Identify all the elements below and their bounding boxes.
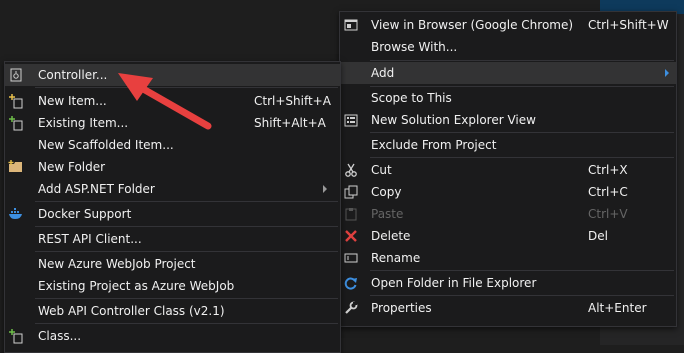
menu-item-rename[interactable]: Rename (340, 247, 676, 269)
menu-item-add-aspnet-folder[interactable]: Add ASP.NET Folder (5, 178, 340, 200)
menu-item-new-azure-webjob-project[interactable]: New Azure WebJob Project (5, 253, 340, 275)
menu-item-browse-with[interactable]: Browse With... (340, 36, 676, 58)
menu-separator (35, 226, 338, 227)
menu-item-docker-support[interactable]: Docker Support (5, 203, 340, 225)
menu-separator (370, 295, 674, 296)
menu-separator (370, 270, 674, 271)
menu-item-existing-item[interactable]: Existing Item... Shift+Alt+A (5, 112, 340, 134)
menu-item-shortcut: Ctrl+Shift+W (588, 18, 669, 32)
rename-icon (343, 250, 359, 266)
wrench-icon (343, 300, 359, 316)
menu-item-label: Add (371, 66, 395, 80)
menu-item-new-folder[interactable]: New Folder (5, 156, 340, 178)
menu-item-shortcut: Ctrl+X (588, 163, 628, 177)
submenu-arrow-icon (665, 69, 669, 77)
menu-item-properties[interactable]: Properties Alt+Enter (340, 297, 676, 319)
menu-item-add[interactable]: Add (340, 62, 676, 84)
menu-item-cut[interactable]: Cut Ctrl+X (340, 159, 676, 181)
menu-item-label: Controller... (38, 68, 108, 82)
menu-item-label: Delete (371, 229, 411, 243)
menu-item-web-api-controller-class[interactable]: Web API Controller Class (v2.1) (5, 300, 340, 322)
menu-item-label: Open Folder in File Explorer (371, 276, 537, 290)
menu-separator (370, 157, 674, 158)
class-icon (8, 328, 24, 344)
menu-item-label: Add ASP.NET Folder (38, 182, 155, 196)
menu-item-shortcut: Ctrl+C (588, 185, 628, 199)
menu-item-label: Scope to This (371, 91, 452, 105)
menu-item-label: New Folder (38, 160, 106, 174)
menu-item-exclude-from-project[interactable]: Exclude From Project (340, 134, 676, 156)
menu-item-new-solution-explorer-view[interactable]: New Solution Explorer View (340, 109, 676, 131)
context-menu: View in Browser (Google Chrome) Ctrl+Shi… (339, 11, 677, 327)
menu-separator (35, 251, 338, 252)
paste-icon (343, 206, 359, 222)
menu-item-delete[interactable]: Delete Del (340, 225, 676, 247)
menu-separator (370, 132, 674, 133)
menu-item-shortcut: Ctrl+V (588, 207, 628, 221)
menu-item-rest-api-client[interactable]: REST API Client... (5, 228, 340, 250)
controller-icon (8, 67, 24, 83)
menu-item-scope-to-this[interactable]: Scope to This (340, 87, 676, 109)
menu-item-label: Class... (38, 329, 82, 343)
menu-item-open-folder[interactable]: Open Folder in File Explorer (340, 272, 676, 294)
menu-item-label: Existing Item... (38, 116, 129, 130)
existing-item-icon (8, 115, 24, 131)
submenu-arrow-icon (323, 185, 327, 193)
menu-item-label: Web API Controller Class (v2.1) (38, 304, 225, 318)
menu-item-shortcut: Ctrl+Shift+A (254, 94, 331, 108)
menu-item-class[interactable]: Class... (5, 325, 340, 347)
menu-separator (35, 201, 338, 202)
menu-item-label: Properties (371, 301, 432, 315)
menu-item-label: New Solution Explorer View (371, 113, 536, 127)
menu-item-copy[interactable]: Copy Ctrl+C (340, 181, 676, 203)
menu-item-label: Existing Project as Azure WebJob (38, 279, 235, 293)
docker-icon (8, 206, 24, 222)
menu-item-label: New Scaffolded Item... (38, 138, 174, 152)
menu-item-label: Cut (371, 163, 392, 177)
menu-item-label: New Azure WebJob Project (38, 257, 196, 271)
solution-explorer-icon (343, 112, 359, 128)
menu-item-label: Rename (371, 251, 421, 265)
menu-item-label: New Item... (38, 94, 107, 108)
menu-item-new-scaffolded-item[interactable]: New Scaffolded Item... (5, 134, 340, 156)
menu-item-shortcut: Alt+Enter (588, 301, 647, 315)
menu-item-shortcut: Del (588, 229, 608, 243)
menu-separator (35, 323, 338, 324)
menu-item-controller[interactable]: Controller... (5, 64, 340, 86)
folder-icon (8, 159, 24, 175)
delete-icon (343, 228, 359, 244)
menu-separator (35, 298, 338, 299)
menu-item-label: REST API Client... (38, 232, 142, 246)
menu-separator (370, 60, 674, 61)
browser-icon (343, 17, 359, 33)
menu-item-existing-project-as-azure-webjob[interactable]: Existing Project as Azure WebJob (5, 275, 340, 297)
menu-item-label: Exclude From Project (371, 138, 497, 152)
menu-item-shortcut: Shift+Alt+A (254, 116, 326, 130)
scissors-icon (343, 162, 359, 178)
new-item-icon (8, 93, 24, 109)
menu-item-label: Docker Support (38, 207, 132, 221)
menu-item-label: View in Browser (Google Chrome) (371, 18, 574, 32)
menu-item-view-in-browser[interactable]: View in Browser (Google Chrome) Ctrl+Shi… (340, 14, 676, 36)
menu-item-label: Copy (371, 185, 402, 199)
menu-separator (35, 87, 338, 88)
menu-item-label: Browse With... (371, 40, 458, 54)
menu-item-paste[interactable]: Paste Ctrl+V (340, 203, 676, 225)
menu-item-label: Paste (371, 207, 404, 221)
copy-icon (343, 184, 359, 200)
menu-item-new-item[interactable]: New Item... Ctrl+Shift+A (5, 90, 340, 112)
refresh-icon (343, 275, 359, 291)
add-submenu: Controller... New Item... Ctrl+Shift+A E… (4, 61, 341, 353)
